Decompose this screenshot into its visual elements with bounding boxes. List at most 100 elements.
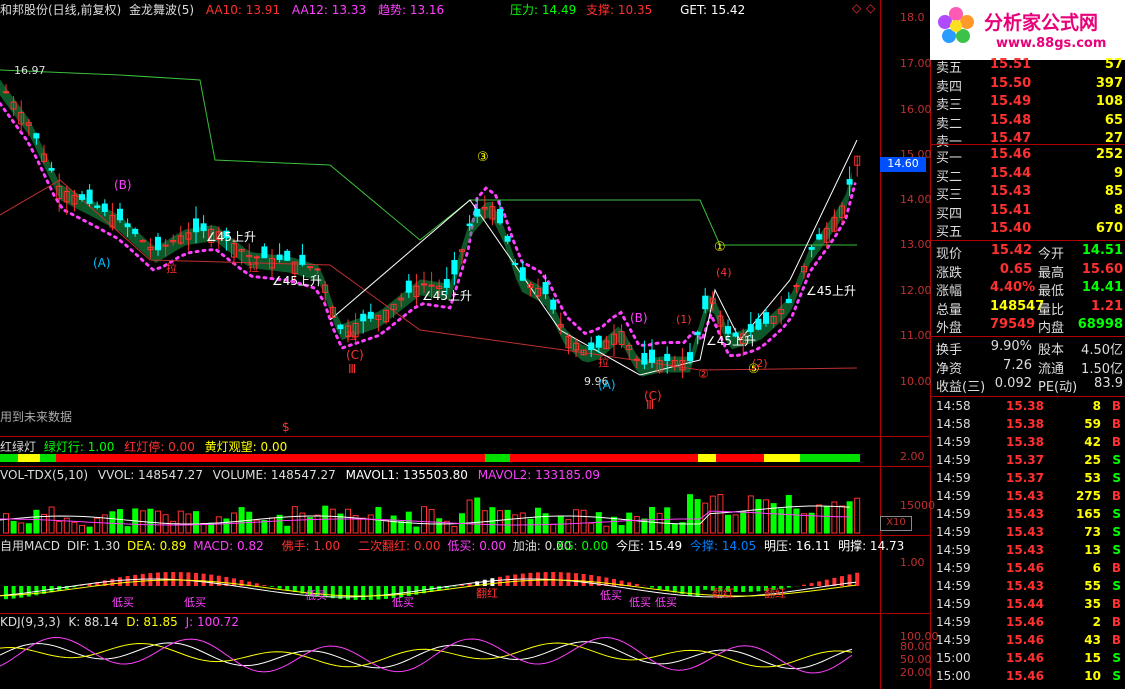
chart-scroll-icon[interactable]: ◇ [866, 1, 875, 15]
macd-mark: 低买 [112, 596, 134, 609]
candle-body [694, 331, 701, 336]
wave-label: (A) [598, 378, 616, 392]
bid-row[interactable]: 买三 15.43 85 [934, 183, 1125, 203]
volume-bar [109, 511, 116, 534]
tick-side: B [1111, 417, 1121, 431]
volume-bar [3, 513, 9, 534]
tick-volume: 10 [1084, 669, 1101, 683]
macd-axis: 1.00 [900, 556, 925, 569]
volume-bar [33, 509, 40, 534]
volume-bar [94, 517, 101, 534]
candle-body [101, 203, 108, 212]
macd-bar [824, 579, 829, 586]
tick-row: 14:59 15.43 13 S [934, 542, 1125, 560]
macd-mark: 低买 [655, 596, 677, 609]
bid-row[interactable]: 买二 15.44 9 [934, 165, 1125, 185]
volume-bar [170, 520, 177, 534]
volume-bar [41, 513, 47, 534]
macd-mark: 低买 [392, 596, 414, 609]
stat-value: 15.42 [990, 243, 1032, 258]
stat-value: 9.90% [990, 339, 1032, 354]
volume-title: VOL-TDX(5,10) [0, 468, 89, 482]
macd-bar [809, 583, 814, 586]
chart-header: 和邦股份(日线,前复权) 金龙舞波(5) AA10: 13.91 AA12: 1… [0, 1, 444, 18]
volume-bar [25, 523, 32, 534]
candle-body [360, 313, 367, 322]
bid-volume: 9 [1113, 165, 1123, 181]
traffic-bar-segment [0, 454, 18, 462]
macd-bar [513, 574, 518, 586]
stat-value: 1.21 [1090, 298, 1123, 314]
macd-bar [786, 586, 791, 588]
ask-row[interactable]: 卖四 15.50 397 [934, 75, 1125, 95]
tick-time: 14:59 [936, 579, 971, 593]
volume-bar [223, 518, 230, 534]
tick-time: 14:59 [936, 525, 971, 539]
volume-bar [383, 519, 389, 534]
stat-label: 最高 [1038, 265, 1065, 281]
bid-price: 15.44 [990, 165, 1032, 181]
support-value: 支撑: 10.35 [586, 3, 653, 17]
volume-bar [147, 508, 154, 534]
macd-bar [802, 584, 806, 586]
kdj-d: D: 81.85 [126, 615, 178, 629]
tick-side: S [1112, 651, 1121, 665]
candle-body [550, 299, 557, 310]
divider-main [0, 436, 930, 437]
volume-bar [823, 505, 830, 534]
current-price-tag: 14.60 [880, 157, 926, 172]
macd-mark: 低买 [629, 596, 651, 609]
bid-price: 15.43 [990, 184, 1032, 199]
quote-divider [930, 240, 1125, 241]
volume-bar [512, 514, 519, 534]
bid-row[interactable]: 买一 15.46 252 [934, 146, 1125, 166]
tick-volume: 2 [1092, 615, 1101, 629]
stat-label: 总量 [936, 302, 963, 318]
volume-bar [474, 497, 481, 534]
tick-volume: 15 [1084, 651, 1101, 665]
tick-price: 15.46 [1006, 669, 1044, 683]
macd-bar [589, 574, 594, 586]
bid-row[interactable]: 买四 15.41 8 [934, 202, 1125, 222]
quote-divider [930, 144, 1125, 145]
candle-body [808, 246, 815, 250]
tick-side: B [1111, 561, 1121, 575]
macd-bar [178, 572, 183, 586]
candle-body [337, 324, 344, 330]
macd-bar [756, 586, 761, 592]
traffic-bar-segment [800, 454, 860, 462]
ask-row[interactable]: 卖三 15.49 108 [934, 93, 1125, 113]
macd-bar [4, 586, 8, 600]
candle-body [124, 223, 131, 228]
macd-bar [194, 572, 198, 586]
aa12-value: AA12: 13.33 [291, 3, 367, 17]
tick-price: 15.46 [1006, 633, 1044, 647]
ask-row[interactable]: 卖二 15.48 65 [934, 112, 1125, 132]
tick-row: 14:59 15.37 53 S [934, 470, 1125, 488]
tick-volume: 55 [1084, 579, 1101, 593]
tick-volume: 35 [1084, 597, 1101, 611]
volume-bar [793, 508, 800, 534]
stat-value: 148547 [990, 298, 1045, 314]
bid-label: 买一 [936, 151, 963, 166]
tick-side: S [1112, 471, 1121, 485]
bid-label: 买二 [936, 169, 963, 185]
macd-bar [384, 586, 388, 599]
tick-side: B [1111, 597, 1121, 611]
ask-row[interactable]: 卖五 15.51 57 [934, 56, 1125, 76]
stat-label: 换手 [936, 343, 963, 358]
wave-label: (C) [346, 348, 364, 362]
tick-price: 15.38 [1006, 435, 1044, 449]
aa10-value: AA10: 13.91 [205, 3, 281, 17]
macd-jincheng: 今撑: 14.05 [689, 539, 757, 553]
y-tick: 10.00 [900, 375, 932, 388]
bid-row[interactable]: 买五 15.40 670 [934, 220, 1125, 240]
macd-bar [650, 586, 654, 588]
volume-bar [177, 510, 184, 534]
macd-bar [855, 572, 860, 586]
traffic-bar-segment [764, 454, 800, 462]
volume-bar [18, 522, 25, 534]
macd-bar [703, 586, 708, 590]
chart-diamond-icon[interactable]: ◇ [852, 1, 861, 15]
macd-bar [285, 586, 290, 591]
